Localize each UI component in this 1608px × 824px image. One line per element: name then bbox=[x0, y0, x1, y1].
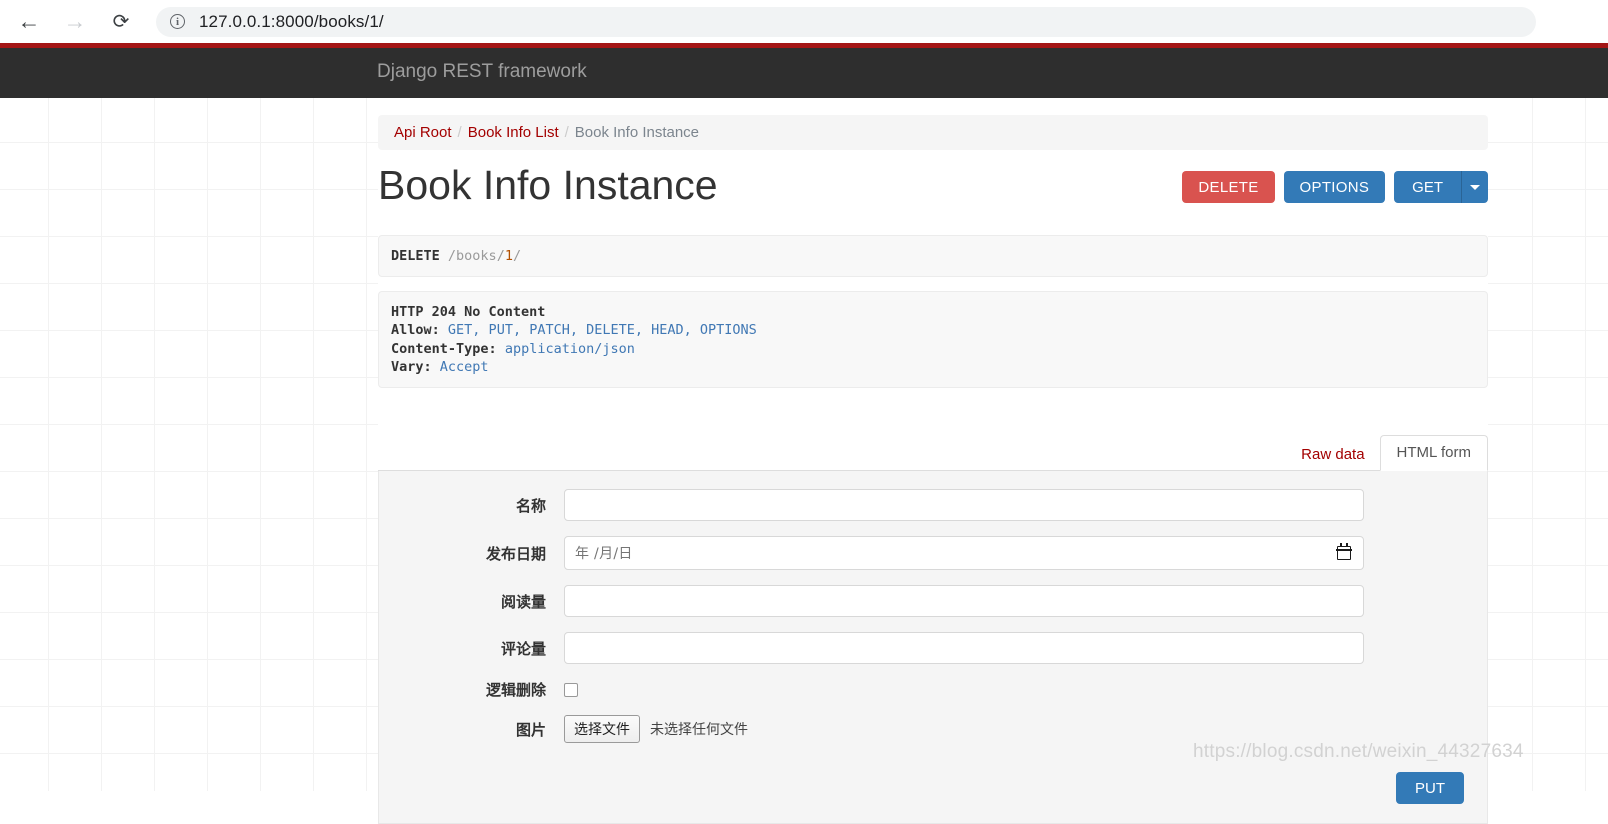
navbar-brand[interactable]: Django REST framework bbox=[377, 61, 587, 83]
request-id: 1 bbox=[504, 248, 513, 264]
forward-icon[interactable]: → bbox=[56, 3, 94, 41]
request-method: DELETE bbox=[391, 248, 440, 264]
request-trailing-slash: / bbox=[512, 248, 522, 264]
response-header-name: Allow: bbox=[391, 322, 440, 339]
form-row-name: 名称 bbox=[379, 489, 1487, 522]
response-header-name: Vary: bbox=[391, 358, 432, 375]
date-placeholder: 年 /月/日 bbox=[575, 546, 633, 563]
file-status-text: 未选择任何文件 bbox=[650, 722, 748, 739]
browser-toolbar: ← → ⟳ i 127.0.0.1:8000/books/1/ bbox=[0, 0, 1608, 43]
field-label-logical-delete: 逻辑删除 bbox=[485, 681, 546, 700]
publish-date-input[interactable]: 年 /月/日 bbox=[564, 536, 1364, 571]
put-submit-button[interactable]: PUT bbox=[1396, 772, 1464, 805]
chevron-down-icon bbox=[1470, 184, 1480, 190]
calendar-icon[interactable] bbox=[1336, 543, 1352, 561]
breadcrumb-separator: / bbox=[457, 124, 462, 141]
address-bar[interactable]: i 127.0.0.1:8000/books/1/ bbox=[156, 6, 1536, 37]
get-dropdown-toggle[interactable] bbox=[1462, 171, 1488, 203]
get-button[interactable]: GET bbox=[1394, 171, 1462, 203]
html-form-panel: 名称 发布日期 年 /月/日 阅读量 评论量 逻辑删除 图片 选择文件 未选择任… bbox=[378, 471, 1488, 824]
form-row-read-count: 阅读量 bbox=[379, 585, 1487, 618]
form-row-logical-delete: 逻辑删除 bbox=[379, 679, 1487, 700]
logical-delete-checkbox[interactable] bbox=[564, 682, 578, 697]
image-file-picker: 选择文件 未选择任何文件 bbox=[564, 715, 748, 744]
breadcrumb-item-current: Book Info Instance bbox=[574, 124, 700, 141]
request-path: /books/ bbox=[447, 248, 505, 264]
page-background: Api Root / Book Info List / Book Info Instan… bbox=[0, 98, 1608, 824]
breadcrumb: Api Root / Book Info List / Book Info Instan… bbox=[378, 115, 1488, 150]
tab-html-form[interactable]: HTML form bbox=[1379, 435, 1488, 472]
name-input[interactable] bbox=[564, 489, 1364, 522]
reload-icon[interactable]: ⟳ bbox=[102, 3, 140, 41]
delete-button[interactable]: DELETE bbox=[1182, 171, 1275, 203]
get-button-group: GET bbox=[1394, 171, 1488, 203]
info-circle-icon[interactable]: i bbox=[170, 14, 185, 29]
breadcrumb-item-api-root[interactable]: Api Root bbox=[394, 124, 452, 141]
response-header-value: application/json bbox=[504, 340, 635, 357]
comment-count-input[interactable] bbox=[564, 632, 1364, 665]
url-text: 127.0.0.1:8000/books/1/ bbox=[199, 11, 384, 31]
form-tabs: Raw data HTML form bbox=[378, 435, 1488, 472]
back-icon[interactable]: ← bbox=[10, 3, 48, 41]
form-row-publish-date: 发布日期 年 /月/日 bbox=[379, 536, 1487, 571]
form-submit-row: PUT bbox=[379, 758, 1487, 820]
title-row: Book Info Instance DELETE OPTIONS GET bbox=[378, 162, 1488, 221]
tab-raw-data[interactable]: Raw data bbox=[1286, 439, 1379, 470]
field-label-read-count: 阅读量 bbox=[500, 592, 546, 611]
request-panel: DELETE /books/1/ bbox=[378, 235, 1488, 278]
response-status-line: HTTP 204 No Content bbox=[391, 304, 546, 321]
field-label-publish-date: 发布日期 bbox=[485, 544, 546, 563]
response-panel: HTTP 204 No Content Allow: GET, PUT, PAT… bbox=[378, 291, 1488, 389]
response-header-name: Content-Type: bbox=[391, 340, 497, 357]
form-row-image: 图片 选择文件 未选择任何文件 bbox=[379, 715, 1487, 744]
breadcrumb-separator: / bbox=[564, 124, 569, 141]
response-header-value: Accept bbox=[439, 358, 489, 375]
field-label-name: 名称 bbox=[515, 496, 546, 515]
breadcrumb-item-book-info-list[interactable]: Book Info List bbox=[468, 124, 559, 141]
options-button[interactable]: OPTIONS bbox=[1283, 171, 1386, 203]
read-count-input[interactable] bbox=[564, 585, 1364, 618]
field-label-comment-count: 评论量 bbox=[500, 639, 546, 658]
choose-file-button[interactable]: 选择文件 bbox=[564, 715, 640, 744]
field-label-image: 图片 bbox=[515, 720, 546, 739]
app-navbar: Django REST framework bbox=[0, 48, 1608, 98]
form-row-comment-count: 评论量 bbox=[379, 632, 1487, 665]
content-container: Api Root / Book Info List / Book Info Instan… bbox=[378, 98, 1488, 824]
response-header-value: GET, PUT, PATCH, DELETE, HEAD, OPTIONS bbox=[447, 322, 757, 339]
action-button-group: DELETE OPTIONS GET bbox=[1182, 171, 1488, 203]
